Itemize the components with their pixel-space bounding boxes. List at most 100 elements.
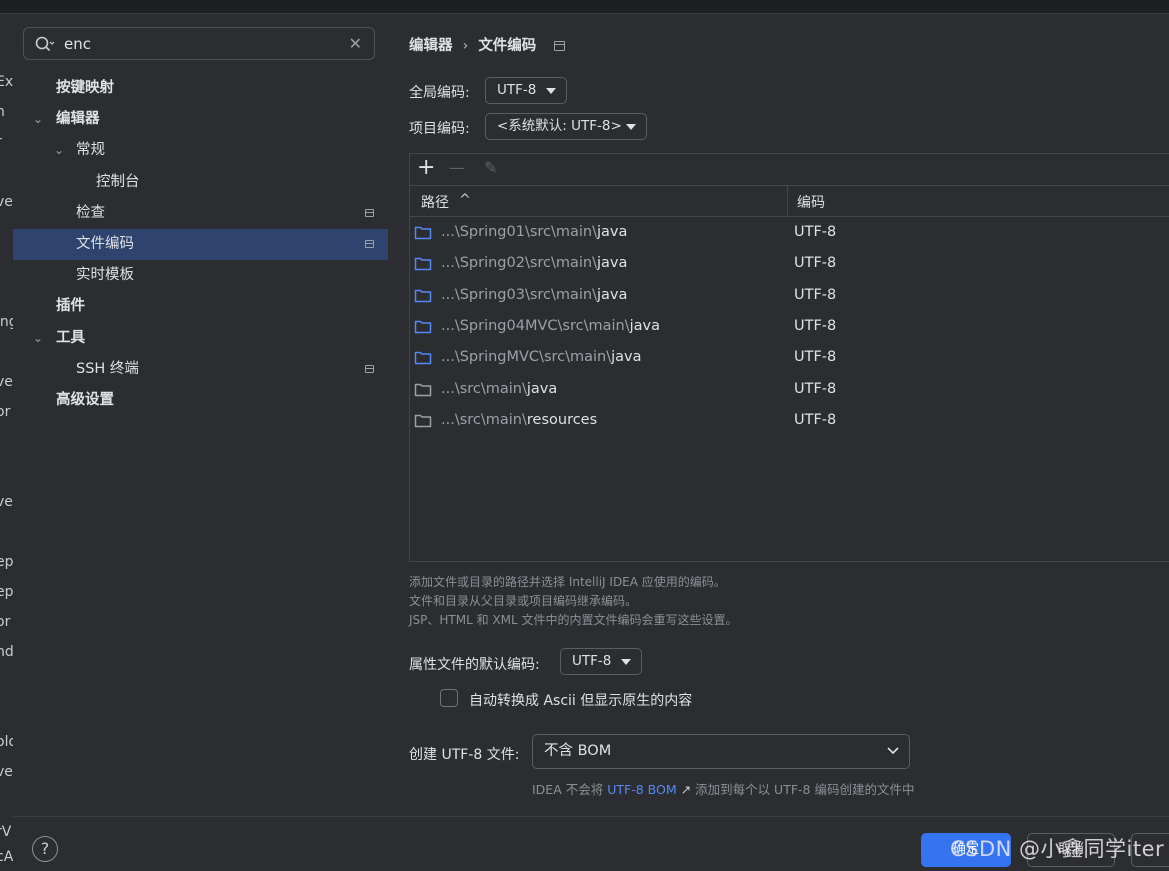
row-encoding[interactable]: UTF-8 (794, 318, 836, 334)
bom-value: 不含 BOM (544, 743, 612, 759)
tree-item[interactable]: 检查 (13, 198, 388, 229)
properties-encoding-label: 属性文件的默认编码: (409, 657, 540, 673)
breadcrumb-current: 文件编码 (478, 38, 537, 54)
row-encoding[interactable]: UTF-8 (794, 255, 836, 271)
row-path: ...\Spring03\src\main\java (441, 287, 627, 303)
path-prefix: ...\Spring02\src\main\ (441, 255, 598, 272)
path-prefix: ...\src\main\ (441, 380, 527, 397)
table-row[interactable]: ...\Spring02\src\main\java UTF-8 (410, 248, 1169, 279)
column-header-encoding[interactable]: 编码 (797, 192, 825, 212)
global-encoding-value: UTF-8 (497, 82, 537, 98)
tree-item[interactable]: 高级设置 (13, 385, 388, 416)
tree-item-label: 实时模板 (76, 267, 134, 284)
edit-icon[interactable]: ✎ (484, 156, 497, 180)
tree-item-label: SSH 终端 (76, 360, 139, 377)
path-leaf: java (526, 380, 558, 397)
row-encoding[interactable]: UTF-8 (794, 381, 836, 397)
tree-item[interactable]: 按键映射 (13, 73, 388, 104)
background-text-fragment: r (0, 134, 2, 150)
settings-sidebar: enc ✕ 按键映射 ⌄ 编辑器 ⌄ 常规控制台检查 文件编码实时模板插件 ⌄ 工具 SSH 终… (13, 14, 388, 816)
bom-help-link[interactable]: UTF-8 BOM (607, 782, 676, 797)
encoding-mappings-table: + — ✎ 路径 ^ 编码 ...\Spring01\src\main\java… (409, 153, 1169, 562)
chevron-down-icon[interactable]: ⌄ (33, 104, 43, 135)
properties-encoding-dropdown[interactable]: UTF-8 (560, 648, 642, 675)
tree-item[interactable]: ⌄ 工具 (13, 323, 388, 354)
sort-ascending-icon[interactable]: ^ (459, 192, 471, 208)
clear-search-icon[interactable]: ✕ (349, 34, 362, 53)
chevron-down-icon[interactable]: ⌄ (33, 323, 43, 354)
row-encoding[interactable]: UTF-8 (794, 349, 836, 365)
row-encoding[interactable]: UTF-8 (794, 412, 836, 428)
folder-icon (414, 413, 432, 432)
folder-icon (414, 350, 432, 369)
background-text-fragment: ing (0, 314, 13, 330)
background-text-fragment: nd (0, 644, 14, 660)
tree-item-label: 插件 (56, 298, 85, 315)
row-path: ...\SpringMVC\src\main\java (441, 349, 642, 365)
chevron-down-icon[interactable]: ⌄ (54, 135, 64, 166)
background-text-fragment: cA (0, 849, 14, 865)
ascii-checkbox[interactable] (440, 689, 458, 707)
bom-note-suffix: 添加到每个以 UTF-8 编码创建的文件中 (695, 782, 915, 797)
search-icon (35, 36, 55, 58)
help-icon[interactable]: ? (32, 836, 58, 862)
path-prefix: ...\Spring03\src\main\ (441, 286, 598, 303)
table-row[interactable]: ...\Spring03\src\main\java UTF-8 (410, 280, 1169, 311)
table-header: 路径 ^ 编码 (410, 186, 1169, 217)
folder-icon (414, 319, 432, 338)
tree-item-label: 高级设置 (56, 392, 114, 408)
pin-icon (365, 208, 374, 217)
background-text-fragment: ve (0, 194, 13, 210)
dropdown-arrow-icon (621, 659, 631, 665)
background-editor-strip: Ex nr ve ing ve or ve ep ep or nd olo ve rV cA (0, 14, 14, 870)
row-path: ...\src\main\resources (441, 412, 597, 428)
tree-item-label: 按键映射 (56, 80, 114, 96)
pin-icon (365, 240, 374, 248)
dropdown-arrow-icon (626, 124, 636, 130)
breadcrumb-parent[interactable]: 编辑器 (409, 38, 453, 54)
row-encoding[interactable]: UTF-8 (794, 287, 836, 303)
external-link-icon[interactable]: ↗ (681, 782, 691, 797)
background-text-fragment: ve (0, 374, 13, 390)
column-header-path[interactable]: 路径 (421, 192, 449, 212)
watermark: CSDN @小鑫同学iter (950, 837, 1165, 861)
tree-item[interactable]: 文件编码 (13, 229, 388, 260)
folder-icon (414, 256, 432, 275)
table-row[interactable]: ...\Spring01\src\main\java UTF-8 (410, 217, 1169, 248)
table-row[interactable]: ...\SpringMVC\src\main\java UTF-8 (410, 342, 1169, 373)
background-text-fragment: ve (0, 764, 13, 780)
dropdown-arrow-icon (546, 88, 556, 94)
table-row[interactable]: ...\src\main\resources UTF-8 (410, 405, 1169, 436)
bom-dropdown[interactable]: 不含 BOM (532, 734, 910, 769)
search-input[interactable]: enc (64, 35, 91, 53)
background-text-fragment: rV (0, 824, 12, 840)
project-encoding-dropdown[interactable]: <系统默认: UTF-8> (485, 113, 647, 140)
column-divider[interactable] (787, 186, 788, 216)
background-text-fragment: Ex (0, 74, 14, 90)
tree-item[interactable]: 插件 (13, 291, 388, 322)
row-encoding[interactable]: UTF-8 (794, 224, 836, 240)
global-encoding-dropdown[interactable]: UTF-8 (485, 77, 567, 104)
path-leaf: java (629, 317, 660, 334)
properties-encoding-value: UTF-8 (572, 653, 612, 669)
tree-item[interactable]: 实时模板 (13, 260, 388, 291)
tree-item[interactable]: SSH 终端 (13, 354, 388, 385)
background-text-fragment: n (0, 104, 5, 120)
pin-icon[interactable] (554, 41, 566, 51)
settings-search-field[interactable]: enc ✕ (23, 27, 375, 60)
folder-icon (414, 288, 432, 307)
tree-item[interactable]: 控制台 (13, 167, 388, 198)
hint-line: JSP、HTML 和 XML 文件中的内置文件编码会重写这些设置。 (409, 613, 738, 627)
ascii-checkbox-label[interactable]: 自动转换成 Ascii 但显示原生的内容 (469, 690, 692, 710)
tree-item-label: 控制台 (96, 173, 140, 190)
table-row[interactable]: ...\src\main\java UTF-8 (410, 374, 1169, 405)
remove-icon[interactable]: — (449, 156, 465, 180)
chevron-down-icon (887, 747, 899, 755)
tree-item[interactable]: ⌄ 编辑器 (13, 104, 388, 135)
table-row[interactable]: ...\Spring04MVC\src\main\java UTF-8 (410, 311, 1169, 342)
hint-line: 添加文件或目录的路径并选择 IntelliJ IDEA 应使用的编码。 (409, 575, 726, 589)
path-leaf: java (597, 286, 628, 303)
tree-item[interactable]: ⌄ 常规 (13, 135, 388, 166)
folder-icon (414, 225, 432, 244)
add-icon[interactable]: + (417, 156, 435, 180)
